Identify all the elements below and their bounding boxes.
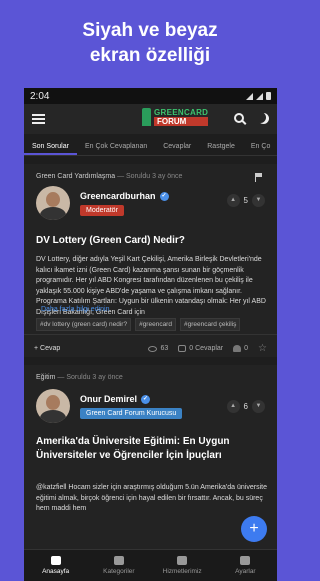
verified-icon: ✓ (159, 191, 169, 201)
question-footer: + Cevap 63 0 Cevaplar 0 ☆ (24, 334, 277, 362)
vote-control: ▲ 6 ▼ (226, 400, 265, 413)
promo-line-1: Siyah ve beyaz (82, 20, 218, 41)
star-icon[interactable]: ☆ (258, 343, 267, 354)
status-icons (246, 92, 271, 100)
author-name[interactable]: Greencardburhan ✓ (80, 191, 169, 201)
status-time: 2:04 (30, 90, 50, 102)
tag-list: #dv lottery (green card) nedir? #greenca… (36, 318, 271, 331)
bottom-navigation: Anasayfa Kategoriler Hizmetlerimiz Ayarl… (24, 549, 277, 581)
views-count: 63 (148, 345, 168, 352)
nav-categories[interactable]: Kategoriler (87, 550, 150, 581)
tab-latest[interactable]: Son Sorular (24, 143, 77, 155)
tab-most-cut[interactable]: En Ço (243, 143, 277, 155)
tag-chip[interactable]: #greencard çekiliş (179, 318, 241, 331)
home-icon (50, 556, 61, 565)
question-category[interactable]: Green Card Yardımlaşma (36, 173, 115, 180)
battery-icon (266, 92, 271, 100)
author-name[interactable]: Onur Demirel ✓ (80, 394, 151, 404)
promo-heading: Siyah ve beyaz ekran özelliği (0, 18, 300, 68)
add-question-button[interactable]: + (241, 516, 267, 542)
signal-icon (256, 92, 263, 100)
vote-count: 5 (243, 196, 248, 205)
question-tabs: Son Sorular En Çok Cevaplanan Cevaplar R… (24, 134, 277, 156)
verified-icon: ✓ (141, 394, 151, 404)
tab-most-answered[interactable]: En Çok Cevaplanan (77, 143, 155, 155)
nav-services[interactable]: Hizmetlerimiz (151, 550, 214, 581)
app-bar: GREENCARD FORUM (24, 104, 277, 134)
logo-text-bottom: FORUM (154, 117, 209, 126)
statue-icon (142, 108, 151, 126)
promo-line-2: ekran özelliği (89, 45, 211, 66)
vote-control: ▲ 5 ▼ (226, 194, 265, 207)
question-asked-time: Soruldu 3 ay önce (126, 173, 183, 180)
question-card[interactable]: Eğitim — Soruldu 3 ay önce Onur Demirel … (24, 365, 277, 565)
answers-count[interactable]: 0 Cevaplar (178, 345, 223, 352)
tab-answers[interactable]: Cevaplar (155, 143, 199, 155)
followers-count: 0 (233, 345, 248, 352)
question-title[interactable]: Amerika'da Üniversite Eğitimi: En Uygun … (36, 435, 267, 463)
question-body: @katzfiell Hocam sizler için araştırmış … (36, 484, 267, 512)
answer-button[interactable]: + Cevap (34, 345, 60, 352)
upvote-icon[interactable]: ▲ (226, 194, 240, 207)
question-meta: Eğitim — Soruldu 3 ay önce (36, 374, 123, 381)
phone-screen: 2:04 GREENCARD FORUM Son Sorular En Çok … (24, 88, 277, 581)
services-icon (177, 556, 188, 565)
flag-icon[interactable] (255, 173, 263, 182)
question-category[interactable]: Eğitim (36, 374, 55, 381)
avatar[interactable] (36, 186, 70, 220)
question-asked-time: Soruldu 3 ay önce (66, 374, 123, 381)
wifi-icon (246, 92, 253, 100)
app-logo: GREENCARD FORUM (142, 108, 209, 126)
role-badge: Green Card Forum Kurucusu (80, 408, 183, 419)
tag-chip[interactable]: #greencard (135, 318, 176, 331)
question-card[interactable]: Green Card Yardımlaşma — Soruldu 3 ay ön… (24, 164, 277, 357)
vote-count: 6 (243, 402, 248, 411)
logo-text-top: GREENCARD (154, 108, 209, 117)
dark-mode-icon[interactable] (258, 113, 269, 124)
menu-icon[interactable] (32, 114, 45, 124)
tab-random[interactable]: Rastgele (199, 143, 243, 155)
upvote-icon[interactable]: ▲ (226, 400, 240, 413)
eye-icon (148, 345, 158, 352)
comment-icon (178, 345, 187, 352)
nav-settings[interactable]: Ayarlar (214, 550, 277, 581)
question-meta: Green Card Yardımlaşma — Soruldu 3 ay ön… (36, 173, 183, 180)
downvote-icon[interactable]: ▼ (252, 194, 265, 207)
tag-chip[interactable]: #dv lottery (green card) nedir? (36, 318, 132, 331)
search-icon[interactable] (234, 113, 244, 123)
avatar[interactable] (36, 389, 70, 423)
role-badge: Moderatör (80, 205, 124, 216)
settings-icon (240, 556, 251, 565)
read-more-link[interactable]: Daha fazla bilgi edinin (41, 306, 110, 313)
nav-home[interactable]: Anasayfa (24, 550, 87, 581)
categories-icon (113, 556, 124, 565)
status-bar: 2:04 (24, 88, 277, 104)
users-icon (233, 345, 242, 352)
downvote-icon[interactable]: ▼ (252, 400, 265, 413)
question-title[interactable]: DV Lottery (Green Card) Nedir? (36, 234, 267, 248)
